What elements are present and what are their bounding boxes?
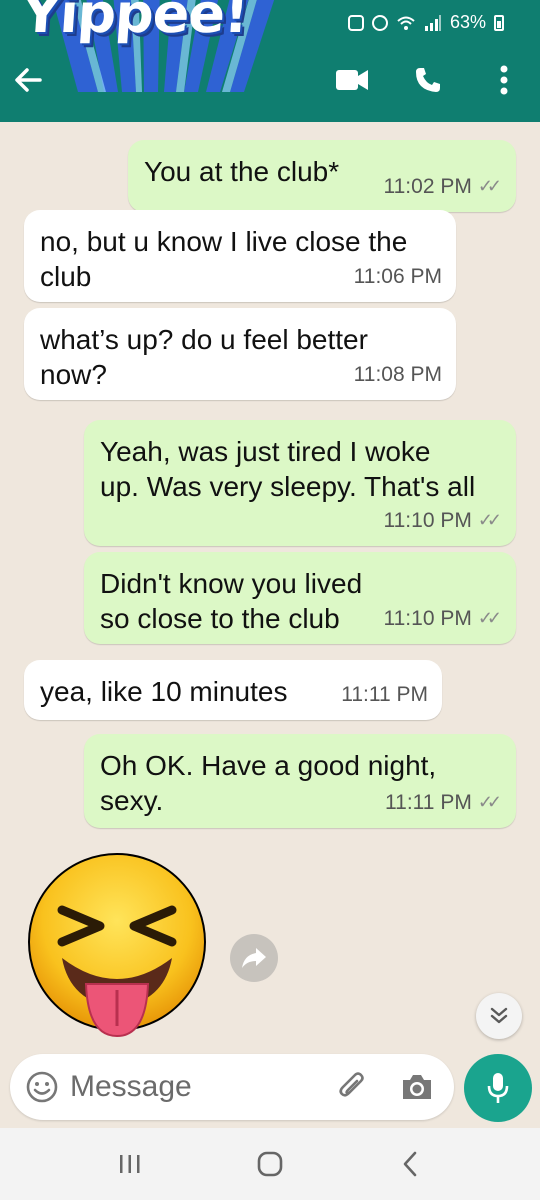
read-receipt-icon: ✓✓ [477, 608, 502, 628]
microphone-icon [487, 1073, 509, 1103]
phone-icon [416, 68, 440, 92]
emoji-icon[interactable] [26, 1071, 58, 1103]
message-bubble-outgoing[interactable]: You at the club* 11:02 PM ✓✓ [128, 140, 516, 212]
message-text: Didn't know you lived so close to the cl… [100, 568, 363, 634]
signal-icon [424, 14, 441, 31]
yippee-sticker-text: Yippee! [19, 0, 250, 45]
voice-call-button[interactable] [410, 62, 446, 98]
composer [0, 1052, 540, 1126]
message-meta: 11:11 PM [341, 677, 428, 712]
message-time: 11:10 PM [383, 509, 472, 532]
more-options-button[interactable] [486, 62, 522, 98]
forward-icon [242, 948, 266, 968]
recents-icon [120, 1155, 140, 1173]
nav-back-icon [403, 1151, 417, 1177]
nfc-icon [371, 14, 388, 31]
alarm-icon [347, 14, 364, 31]
message-meta: 11:10 PM ✓✓ [384, 601, 503, 636]
message-meta: 11:11 PM ✓✓ [385, 785, 502, 820]
chat-header: Yippee! 63% [0, 0, 540, 122]
status-bar: 63% [347, 12, 504, 33]
recent-apps-button[interactable] [110, 1144, 150, 1184]
message-meta: 11:08 PM [354, 357, 442, 392]
message-time: 11:02 PM [383, 175, 472, 198]
wifi-icon [397, 16, 415, 30]
message-bubble-outgoing[interactable]: Oh OK. Have a good night, sexy. 11:11 PM… [84, 734, 516, 828]
message-time: 11:11 PM [341, 683, 428, 706]
back-button[interactable] [390, 1144, 430, 1184]
more-vert-icon [500, 65, 508, 95]
read-receipt-icon: ✓✓ [477, 176, 502, 196]
paperclip-icon[interactable] [336, 1070, 370, 1104]
sticker-squinting-face-with-tongue[interactable] [22, 850, 212, 1040]
message-input[interactable] [70, 1068, 320, 1106]
camera-icon[interactable] [400, 1071, 434, 1103]
scroll-to-bottom-button[interactable] [476, 993, 522, 1039]
double-chevron-down-icon [490, 1007, 508, 1024]
home-icon [257, 1151, 283, 1177]
read-receipt-icon: ✓✓ [477, 510, 502, 530]
message-bubble-outgoing[interactable]: Yeah, was just tired I woke up. Was very… [84, 420, 516, 546]
message-box [10, 1054, 454, 1120]
message-time: 11:06 PM [353, 265, 442, 288]
message-time: 11:11 PM [385, 791, 472, 814]
message-meta: 11:02 PM ✓✓ [384, 169, 503, 204]
message-bubble-incoming[interactable]: no, but u know I live close the club 11:… [24, 210, 456, 302]
back-arrow-icon[interactable] [10, 62, 46, 98]
message-time: 11:10 PM [383, 607, 472, 630]
battery-icon [494, 14, 504, 31]
video-call-button[interactable] [334, 62, 370, 98]
message-bubble-incoming[interactable]: what’s up? do u feel better now? 11:08 P… [24, 308, 456, 400]
system-navigation-bar [0, 1128, 540, 1200]
message-bubble-incoming[interactable]: yea, like 10 minutes 11:11 PM [24, 660, 442, 720]
home-button[interactable] [250, 1144, 290, 1184]
message-time: 11:08 PM [353, 363, 442, 386]
header-actions [334, 62, 522, 98]
battery-percent: 63% [449, 12, 486, 32]
message-meta: 11:10 PM ✓✓ [384, 503, 503, 538]
read-receipt-icon: ✓✓ [477, 792, 502, 812]
video-call-icon [336, 70, 368, 90]
voice-message-button[interactable] [464, 1054, 532, 1122]
forward-button[interactable] [230, 934, 278, 982]
message-meta: 11:06 PM [354, 259, 442, 294]
message-text: Yeah, was just tired I woke up. Was very… [100, 436, 476, 502]
message-bubble-outgoing[interactable]: Didn't know you lived so close to the cl… [84, 552, 516, 644]
